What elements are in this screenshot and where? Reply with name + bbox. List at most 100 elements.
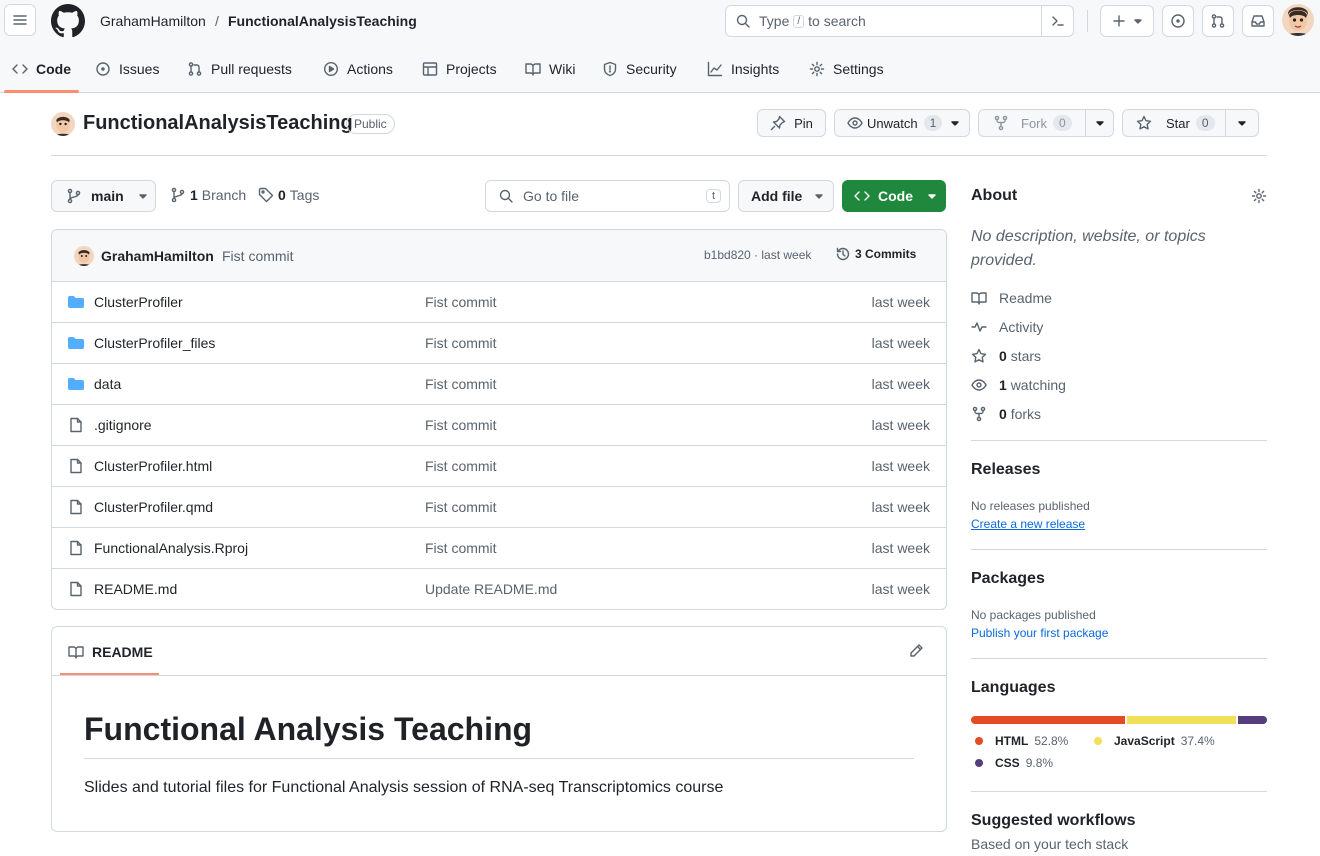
edit-about-button[interactable]: [1251, 188, 1267, 204]
fork-dropdown-button[interactable]: [1085, 109, 1114, 137]
tab-projects-label: Projects: [446, 61, 497, 77]
language-item[interactable]: JavaScript 37.4%: [1094, 734, 1215, 748]
issues-button[interactable]: [1162, 5, 1194, 37]
file-name-link[interactable]: ClusterProfiler.qmd: [94, 499, 213, 515]
issue-opened-icon: [96, 62, 110, 76]
repo-forked-icon: [994, 115, 1008, 131]
menu-button[interactable]: [4, 4, 36, 36]
book-icon: [68, 646, 84, 659]
owner-link[interactable]: GrahamHamilton: [100, 13, 206, 29]
tab-projects[interactable]: Projects: [422, 56, 497, 82]
triangle-down-icon: [1095, 121, 1104, 126]
user-avatar[interactable]: [1282, 4, 1314, 36]
tab-insights[interactable]: Insights: [707, 56, 779, 82]
sidebar-divider: [971, 791, 1267, 792]
file-row[interactable]: ClusterProfiler_files Fist commit last wee…: [52, 322, 946, 363]
repo-link[interactable]: FunctionalAnalysisTeaching: [228, 13, 417, 29]
language-item[interactable]: HTML 52.8%: [975, 734, 1068, 748]
file-row[interactable]: ClusterProfiler.html Fist commit last week: [52, 445, 946, 486]
commit-message[interactable]: Fist commit: [222, 248, 294, 264]
releases-heading[interactable]: Releases: [971, 461, 1040, 479]
file-name-link[interactable]: README.md: [94, 581, 177, 597]
file-row[interactable]: ClusterProfiler.qmd Fist commit last week: [52, 486, 946, 527]
language-item[interactable]: CSS 9.8%: [975, 756, 1053, 770]
file-row[interactable]: FunctionalAnalysis.Rproj Fist commit last …: [52, 527, 946, 568]
file-commit-message[interactable]: Fist commit: [425, 417, 497, 433]
branch-selector[interactable]: main: [51, 180, 156, 212]
file-commit-message[interactable]: Fist commit: [425, 499, 497, 515]
about-watching-link[interactable]: 1 watching: [971, 377, 1066, 393]
about-description: No description, website, or topics provi…: [971, 228, 1206, 269]
about-readme-link[interactable]: Readme: [971, 290, 1052, 306]
play-icon: [323, 61, 339, 77]
about-stars-link[interactable]: 0 stars: [971, 348, 1041, 364]
file-row[interactable]: .gitignore Fist commit last week: [52, 404, 946, 445]
file-commit-message[interactable]: Fist commit: [425, 376, 497, 392]
star-icon: [1136, 115, 1152, 130]
unwatch-button[interactable]: Unwatch 1: [834, 109, 970, 137]
tags-link[interactable]: 0 Tags: [258, 187, 319, 203]
inbox-button[interactable]: [1242, 5, 1274, 37]
file-commit-message[interactable]: Fist commit: [425, 335, 497, 351]
file-name-link[interactable]: ClusterProfiler_files: [94, 335, 215, 351]
file-name-link[interactable]: data: [94, 376, 121, 392]
about-watching-count: 1: [999, 377, 1007, 393]
file-name-link[interactable]: ClusterProfiler: [94, 294, 183, 310]
star-dropdown-button[interactable]: [1225, 109, 1259, 137]
create-release-link[interactable]: Create a new release: [971, 517, 1085, 531]
tab-pull-requests[interactable]: Pull requests: [187, 56, 292, 82]
file-name-link[interactable]: ClusterProfiler.html: [94, 458, 212, 474]
go-to-file-input[interactable]: Go to file t: [485, 180, 730, 212]
code-button-label: Code: [878, 188, 913, 204]
file-row[interactable]: ClusterProfiler Fist commit last week: [52, 281, 946, 322]
file-row[interactable]: data Fist commit last week: [52, 363, 946, 404]
file-commit-date: last week: [871, 417, 930, 433]
github-logo-icon[interactable]: [51, 4, 85, 38]
tag-icon: [258, 187, 274, 203]
file-commit-date: last week: [871, 294, 930, 310]
repo-title[interactable]: FunctionalAnalysisTeaching: [83, 112, 353, 135]
add-file-button[interactable]: Add file: [738, 180, 834, 212]
file-commit-date: last week: [871, 458, 930, 474]
commit-hash-time[interactable]: b1bd820 · last week: [704, 248, 811, 262]
star-button[interactable]: Star 0: [1122, 109, 1226, 137]
command-palette-button[interactable]: [1041, 6, 1073, 36]
commits-link[interactable]: 3 Commits: [835, 246, 916, 262]
tab-actions[interactable]: Actions: [323, 56, 393, 82]
tab-settings[interactable]: Settings: [809, 56, 884, 82]
file-icon: [68, 458, 84, 474]
readme-tab[interactable]: README: [68, 644, 153, 660]
tab-security[interactable]: Security: [602, 56, 677, 82]
create-new-button[interactable]: [1100, 5, 1154, 37]
file-name-link[interactable]: FunctionalAnalysis.Rproj: [94, 540, 248, 556]
pin-icon: [770, 115, 786, 131]
tab-issues[interactable]: Issues: [95, 56, 159, 82]
edit-readme-button[interactable]: [908, 643, 924, 659]
fork-button[interactable]: Fork 0: [978, 109, 1086, 137]
code-button[interactable]: Code: [842, 180, 946, 212]
pull-requests-button[interactable]: [1202, 5, 1234, 37]
packages-heading[interactable]: Packages: [971, 570, 1045, 588]
search-placeholder-prefix: Type: [759, 13, 790, 29]
pin-button[interactable]: Pin: [757, 109, 826, 137]
tab-issues-label: Issues: [119, 61, 160, 77]
branches-link[interactable]: 1 Branch: [170, 187, 246, 203]
file-name-link[interactable]: .gitignore: [94, 417, 152, 433]
publish-package-link[interactable]: Publish your first package: [971, 626, 1108, 640]
file-icon: [68, 499, 84, 515]
file-row[interactable]: README.md Update README.md last week: [52, 568, 946, 609]
tab-wiki[interactable]: Wiki: [525, 56, 575, 82]
about-forks-link[interactable]: 0 forks: [971, 406, 1041, 422]
file-commit-message[interactable]: Update README.md: [425, 581, 557, 597]
fork-count: 0: [1053, 115, 1072, 131]
tab-code[interactable]: Code: [12, 56, 71, 82]
about-activity-link[interactable]: Activity: [971, 319, 1043, 335]
path-separator: /: [215, 13, 219, 29]
commit-author[interactable]: GrahamHamilton: [101, 248, 214, 264]
commit-author-avatar[interactable]: [74, 246, 94, 266]
file-commit-message[interactable]: Fist commit: [425, 458, 497, 474]
file-commit-message[interactable]: Fist commit: [425, 540, 497, 556]
star-count: 0: [1195, 115, 1215, 131]
file-commit-message[interactable]: Fist commit: [425, 294, 497, 310]
search-input[interactable]: Type / to search: [725, 5, 1074, 37]
